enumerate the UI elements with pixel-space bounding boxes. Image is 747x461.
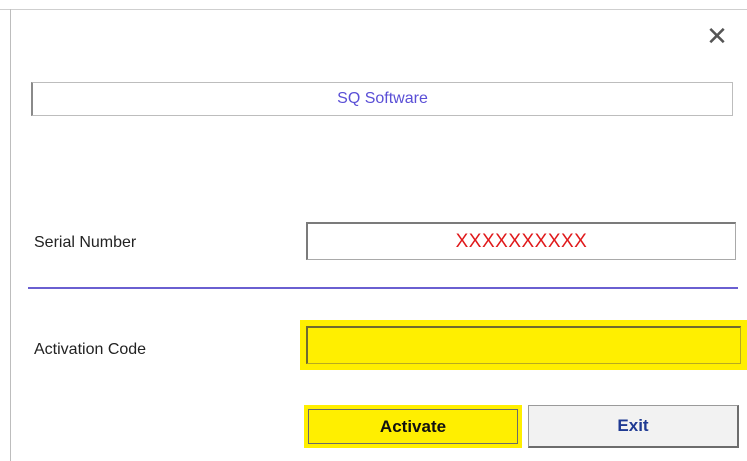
activation-code-label: Activation Code xyxy=(34,341,147,358)
activation-code-field-highlight xyxy=(300,320,747,370)
close-icon[interactable]: ✕ xyxy=(703,22,731,50)
activation-code-field[interactable] xyxy=(306,326,741,364)
dialog-left-border xyxy=(10,9,11,461)
activate-button[interactable]: Activate xyxy=(308,409,518,444)
activate-button-highlight: Activate xyxy=(304,405,522,448)
section-divider xyxy=(28,287,738,289)
product-title-box: SQ Software xyxy=(31,82,733,116)
serial-number-label: Serial Number xyxy=(34,234,137,251)
exit-button[interactable]: Exit xyxy=(528,405,739,448)
dialog-top-border xyxy=(0,9,747,10)
serial-number-field[interactable]: XXXXXXXXXX xyxy=(306,222,736,260)
product-title: SQ Software xyxy=(337,90,428,107)
activation-dialog: ✕ SQ Software Serial Number XXXXXXXXXX A… xyxy=(0,0,747,461)
